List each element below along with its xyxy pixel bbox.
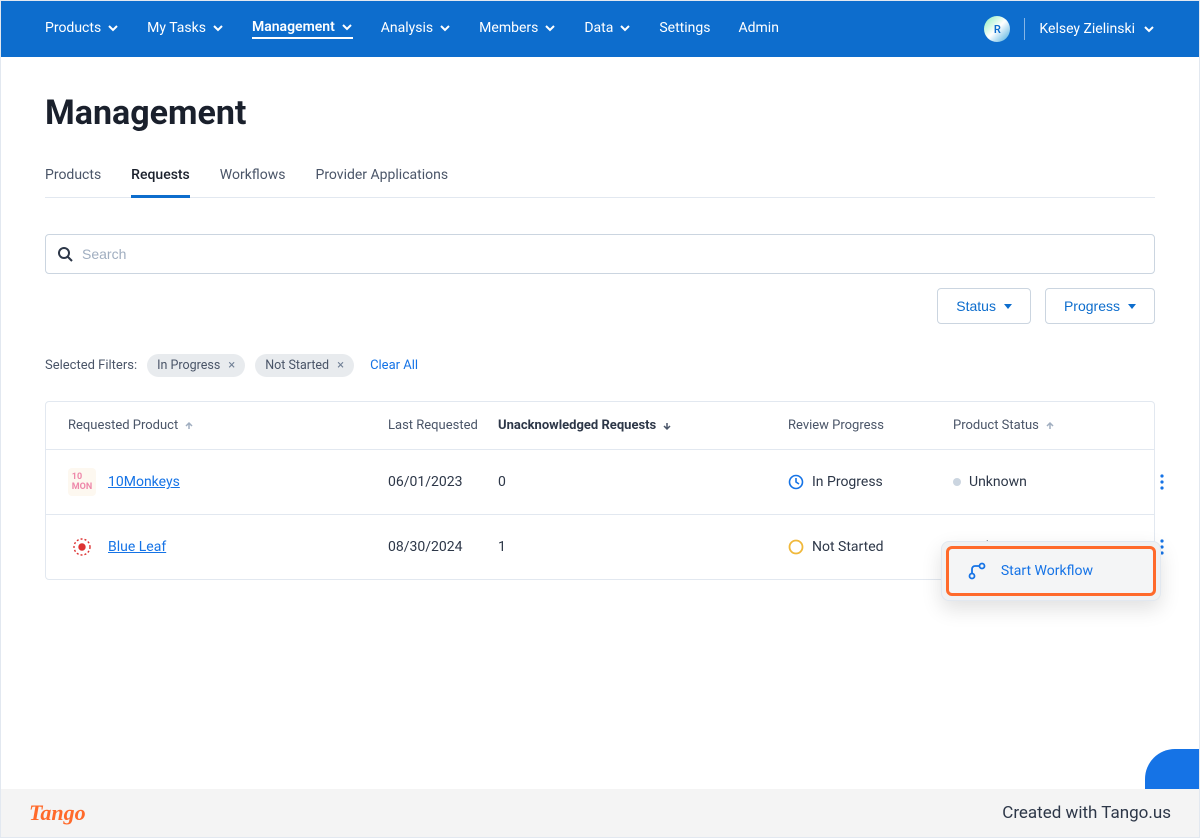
nav-my-tasks[interactable]: My Tasks bbox=[147, 20, 224, 38]
user-menu[interactable]: Kelsey Zielinski bbox=[1039, 21, 1155, 37]
sort-desc-icon bbox=[662, 421, 672, 431]
chevron-down-icon bbox=[107, 22, 119, 34]
nav-label: Settings bbox=[659, 20, 710, 36]
tab-workflows[interactable]: Workflows bbox=[220, 161, 286, 197]
col-label: Product Status bbox=[953, 418, 1039, 433]
clear-all-link[interactable]: Clear All bbox=[370, 358, 418, 373]
nav-members[interactable]: Members bbox=[479, 20, 556, 38]
nav-label: Analysis bbox=[381, 20, 433, 36]
chip-remove-button[interactable]: × bbox=[228, 359, 235, 372]
row-actions-menu: Start Workflow bbox=[941, 541, 1161, 601]
chip-remove-button[interactable]: × bbox=[337, 359, 344, 372]
kebab-icon bbox=[1160, 474, 1164, 490]
popover-label: Start Workflow bbox=[1001, 563, 1093, 579]
start-workflow-button[interactable]: Start Workflow bbox=[946, 546, 1156, 596]
filter-buttons-row: Status Progress bbox=[45, 288, 1155, 324]
product-cell: Blue Leaf bbox=[68, 533, 388, 561]
status-filter-button[interactable]: Status bbox=[937, 288, 1031, 324]
progress-filter-button[interactable]: Progress bbox=[1045, 288, 1155, 324]
chat-widget[interactable] bbox=[1145, 749, 1199, 789]
chip-label: Not Started bbox=[265, 358, 329, 373]
caret-down-icon bbox=[1128, 304, 1136, 309]
nav-management[interactable]: Management bbox=[252, 19, 353, 39]
tabs: Products Requests Workflows Provider App… bbox=[45, 161, 1155, 198]
user-name: Kelsey Zielinski bbox=[1039, 21, 1135, 37]
col-product-status[interactable]: Product Status bbox=[953, 418, 1113, 433]
clock-icon bbox=[788, 474, 804, 490]
chip-label: In Progress bbox=[157, 358, 220, 373]
chevron-down-icon bbox=[1143, 23, 1155, 35]
progress-label: In Progress bbox=[812, 474, 883, 490]
nav-data[interactable]: Data bbox=[584, 20, 631, 38]
chevron-down-icon bbox=[341, 21, 353, 33]
footer: Tango Created with Tango.us bbox=[1, 789, 1199, 837]
search-icon bbox=[57, 246, 73, 262]
top-nav: Products My Tasks Management Analysis Me… bbox=[1, 1, 1199, 57]
filter-chip-not-started: Not Started × bbox=[255, 354, 354, 377]
tab-requests[interactable]: Requests bbox=[131, 161, 190, 198]
nav-label: Data bbox=[584, 20, 613, 36]
unacknowledged-count: 1 bbox=[498, 539, 788, 555]
chevron-down-icon bbox=[544, 22, 556, 34]
avatar[interactable]: R bbox=[984, 16, 1010, 42]
chevron-down-icon bbox=[212, 22, 224, 34]
selected-filters-label: Selected Filters: bbox=[45, 358, 137, 373]
nav-label: Admin bbox=[738, 20, 778, 36]
row-actions-button[interactable] bbox=[1151, 471, 1173, 493]
filter-chip-in-progress: In Progress × bbox=[147, 354, 245, 377]
col-last-requested[interactable]: Last Requested bbox=[388, 418, 498, 433]
nav-analysis[interactable]: Analysis bbox=[381, 20, 451, 38]
product-icon-blueleaf bbox=[68, 533, 96, 561]
footer-text: Created with Tango.us bbox=[1002, 803, 1171, 823]
selected-filters: Selected Filters: In Progress × Not Star… bbox=[45, 354, 1155, 377]
review-progress: In Progress bbox=[788, 474, 953, 490]
nav-products[interactable]: Products bbox=[45, 20, 119, 38]
last-requested: 08/30/2024 bbox=[388, 539, 498, 555]
filter-label: Progress bbox=[1064, 298, 1120, 314]
status-label: Unknown bbox=[969, 474, 1027, 490]
tab-products[interactable]: Products bbox=[45, 161, 101, 197]
workflow-icon bbox=[967, 561, 987, 581]
circle-open-icon bbox=[788, 539, 804, 555]
product-status: Unknown bbox=[953, 474, 1113, 490]
last-requested: 06/01/2023 bbox=[388, 474, 498, 490]
product-link[interactable]: Blue Leaf bbox=[108, 539, 166, 555]
sort-asc-icon bbox=[184, 421, 194, 431]
avatar-letter: R bbox=[994, 23, 1001, 36]
nav-label: Members bbox=[479, 20, 538, 36]
col-label: Requested Product bbox=[68, 418, 178, 433]
page-title: Management bbox=[45, 93, 1155, 133]
filter-label: Status bbox=[956, 298, 996, 314]
nav-admin[interactable]: Admin bbox=[738, 20, 778, 38]
caret-down-icon bbox=[1004, 304, 1012, 309]
product-cell: 10MON 10Monkeys bbox=[68, 468, 388, 496]
chevron-down-icon bbox=[439, 22, 451, 34]
nav-label: Management bbox=[252, 19, 335, 35]
sort-asc-icon bbox=[1045, 421, 1055, 431]
nav-right: R Kelsey Zielinski bbox=[984, 16, 1155, 42]
nav-settings[interactable]: Settings bbox=[659, 20, 710, 38]
search-input[interactable] bbox=[45, 234, 1155, 274]
search-wrap bbox=[45, 234, 1155, 274]
col-label: Unacknowledged Requests bbox=[498, 418, 656, 433]
unacknowledged-count: 0 bbox=[498, 474, 788, 490]
tango-logo: Tango bbox=[29, 800, 86, 826]
status-dot-icon bbox=[953, 478, 961, 486]
nav-items: Products My Tasks Management Analysis Me… bbox=[45, 19, 779, 39]
review-progress: Not Started bbox=[788, 539, 953, 555]
col-review-progress[interactable]: Review Progress bbox=[788, 418, 953, 433]
product-icon-10monkeys: 10MON bbox=[68, 468, 96, 496]
tab-provider-applications[interactable]: Provider Applications bbox=[315, 161, 448, 197]
chevron-down-icon bbox=[619, 22, 631, 34]
page-body: Management Products Requests Workflows P… bbox=[1, 57, 1199, 580]
col-unacknowledged[interactable]: Unacknowledged Requests bbox=[498, 418, 788, 433]
divider bbox=[1024, 18, 1025, 40]
nav-label: My Tasks bbox=[147, 20, 206, 36]
table-header: Requested Product Last Requested Unackno… bbox=[46, 402, 1154, 450]
nav-label: Products bbox=[45, 20, 101, 36]
progress-label: Not Started bbox=[812, 539, 884, 555]
col-requested-product[interactable]: Requested Product bbox=[68, 418, 388, 433]
product-link[interactable]: 10Monkeys bbox=[108, 474, 180, 490]
table-row: 10MON 10Monkeys 06/01/2023 0 In Progress… bbox=[46, 450, 1154, 515]
